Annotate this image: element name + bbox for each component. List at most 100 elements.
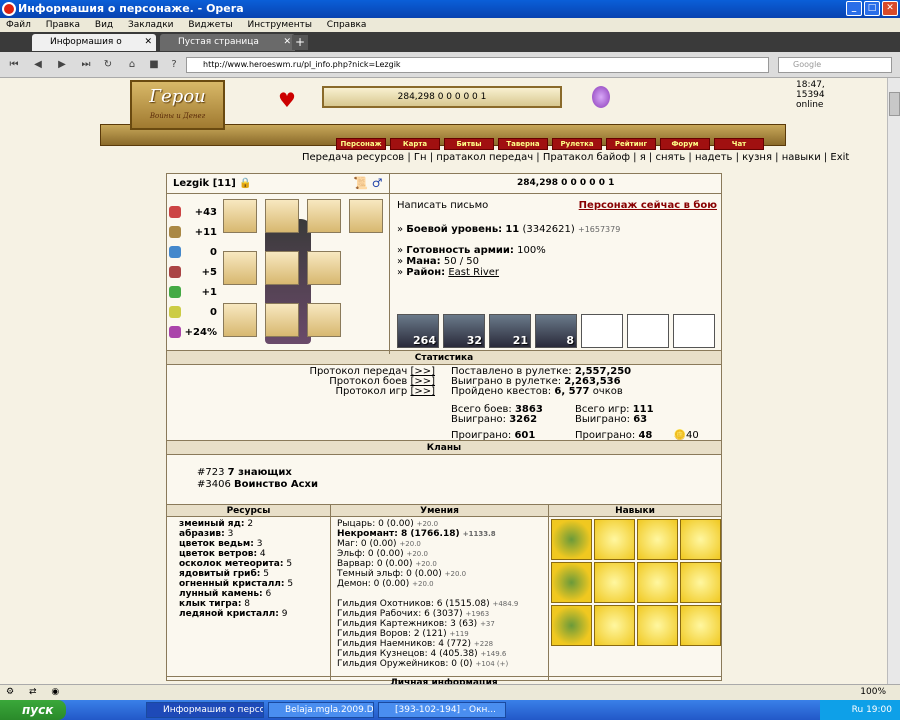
equip-slot-amulet[interactable]	[223, 199, 257, 233]
equip-slot-necklace[interactable]	[307, 199, 341, 233]
resource-count: 8	[244, 599, 251, 609]
nav-chat[interactable]: Чат	[714, 138, 764, 150]
zoom-level[interactable]: 100%	[860, 685, 886, 700]
army-unit[interactable]: 8	[535, 314, 577, 348]
menu-edit[interactable]: Правка	[46, 20, 80, 30]
talent-slot[interactable]	[594, 519, 635, 560]
unit-count: 8	[566, 334, 574, 347]
equip-slot-book[interactable]	[349, 199, 383, 233]
back-icon[interactable]: ◀	[30, 57, 46, 73]
character-portrait	[223, 199, 387, 347]
army-unit[interactable]: 32	[443, 314, 485, 348]
talent-slot[interactable]	[680, 562, 721, 603]
game-logo[interactable]: Герои Войны и Денег	[130, 80, 225, 130]
talent-slot[interactable]	[637, 519, 678, 560]
nav-roulette[interactable]: Рулетка	[552, 138, 602, 150]
page-scrollbar[interactable]	[887, 78, 900, 684]
info-icon[interactable]: ?	[166, 57, 182, 73]
heart-icon[interactable]: ♥	[278, 88, 296, 112]
resource-item: цветок ведьм: 3	[167, 539, 330, 549]
settings-icon[interactable]: ⚙	[6, 687, 14, 697]
name-text: Lezgik	[173, 178, 210, 189]
menu-bookmarks[interactable]: Закладки	[128, 20, 174, 30]
menu-widgets[interactable]: Виджеты	[188, 20, 232, 30]
equip-slot-boots[interactable]	[265, 303, 299, 337]
army-ready: 100%	[517, 245, 546, 256]
in-battle-link[interactable]: Персонаж сейчас в бою	[579, 200, 717, 211]
rewind-icon[interactable]: ⏮	[6, 57, 22, 73]
close-tab-icon[interactable]: ✕	[283, 34, 291, 50]
games-lost: 48	[638, 430, 653, 441]
reload-icon[interactable]: ↻	[100, 57, 116, 73]
menu-file[interactable]: Файл	[6, 20, 31, 30]
forward-icon[interactable]: ▶	[54, 57, 70, 73]
skill-text: Рыцарь: 0 (0.00)	[337, 519, 414, 529]
write-letter-link[interactable]: Написать письмо	[397, 200, 488, 211]
start-button[interactable]: пуск	[0, 700, 66, 720]
equip-slot-armor[interactable]	[265, 251, 299, 285]
talent-slot[interactable]	[680, 605, 721, 646]
skill-gain: +1963	[465, 610, 490, 618]
scroll-icon[interactable]: 📜	[353, 176, 368, 190]
taskbar-item-window[interactable]: [393-102-194] - Окн...	[378, 702, 506, 718]
district-link[interactable]: East River	[448, 267, 499, 278]
nav-character[interactable]: Персонаж	[336, 138, 386, 150]
address-input[interactable]: http://www.heroeswm.ru/pl_info.php?nick=…	[186, 57, 769, 73]
nav-forum[interactable]: Форум	[660, 138, 710, 150]
talent-slot[interactable]	[637, 605, 678, 646]
level-tag: [11]	[212, 178, 236, 189]
stat-value: +11	[194, 226, 217, 238]
maximize-button[interactable]: □	[864, 1, 880, 16]
equip-slot-helmet[interactable]	[265, 199, 299, 233]
nav-battles[interactable]: Битвы	[444, 138, 494, 150]
minimize-button[interactable]: _	[846, 1, 862, 16]
talent-slot[interactable]	[680, 519, 721, 560]
turbo-icon[interactable]: ⇄	[29, 687, 37, 697]
skill-gain: +228	[473, 640, 494, 648]
equip-slot-ring[interactable]	[223, 251, 257, 285]
nav-rating[interactable]: Рейтинг	[606, 138, 656, 150]
clan-item[interactable]: #3406 Воинство Асхи	[197, 479, 318, 490]
new-tab-button[interactable]: +	[292, 35, 308, 50]
nav-tavern[interactable]: Таверна	[498, 138, 548, 150]
home-icon[interactable]: ⌂	[124, 57, 140, 73]
logo-subtext: Войны и Денег	[149, 112, 206, 120]
resource-count: 5	[263, 569, 269, 579]
talent-slot[interactable]	[637, 562, 678, 603]
taskbar-item-opera[interactable]: Информашия о персо...	[146, 702, 264, 718]
resource-name: абразив:	[179, 529, 225, 539]
army-unit[interactable]: 264	[397, 314, 439, 348]
taskbar-item-video[interactable]: Belaja.mgla.2009.D....	[268, 702, 374, 718]
menu-view[interactable]: Вид	[95, 20, 113, 30]
images-icon[interactable]: ◉	[51, 687, 59, 697]
stop-icon[interactable]: ■	[146, 57, 162, 73]
talent-slot[interactable]	[594, 562, 635, 603]
equip-slot-offhand[interactable]	[307, 303, 341, 337]
nav-map[interactable]: Карта	[390, 138, 440, 150]
unit-count: 264	[413, 334, 436, 347]
menu-help[interactable]: Справка	[327, 20, 367, 30]
army-unit[interactable]: 21	[489, 314, 531, 348]
talent-slot[interactable]	[551, 605, 592, 646]
talent-slot[interactable]	[551, 562, 592, 603]
talent-slot[interactable]	[551, 519, 592, 560]
search-input[interactable]: Google	[778, 57, 892, 73]
stat-value: +5	[201, 266, 217, 278]
skill-gain: +119	[449, 630, 469, 638]
close-tab-icon[interactable]: ✕	[144, 34, 152, 50]
equip-slot-bow[interactable]	[307, 251, 341, 285]
fast-forward-icon[interactable]: ⏭	[78, 57, 94, 73]
mana-potion-icon[interactable]	[592, 86, 610, 108]
language-indicator[interactable]: Ru	[852, 705, 864, 715]
talent-slot[interactable]	[594, 605, 635, 646]
resource-item: ледяной кристалл: 9	[167, 609, 330, 619]
scroll-thumb[interactable]	[889, 92, 900, 116]
tab-empty-page[interactable]: Пустая страница ✕	[160, 34, 295, 51]
menu-tools[interactable]: Инструменты	[248, 20, 312, 30]
sub-links[interactable]: Передача ресурсов | Гн | пратакол переда…	[302, 152, 849, 163]
clan-item[interactable]: #723 7 знающих	[197, 467, 292, 478]
close-button[interactable]: ✕	[882, 1, 898, 16]
tab-character-info[interactable]: Информашия о персона...✕	[32, 34, 156, 63]
protocol-games-link[interactable]: [>>]	[410, 386, 435, 397]
equip-slot-weapon[interactable]	[223, 303, 257, 337]
